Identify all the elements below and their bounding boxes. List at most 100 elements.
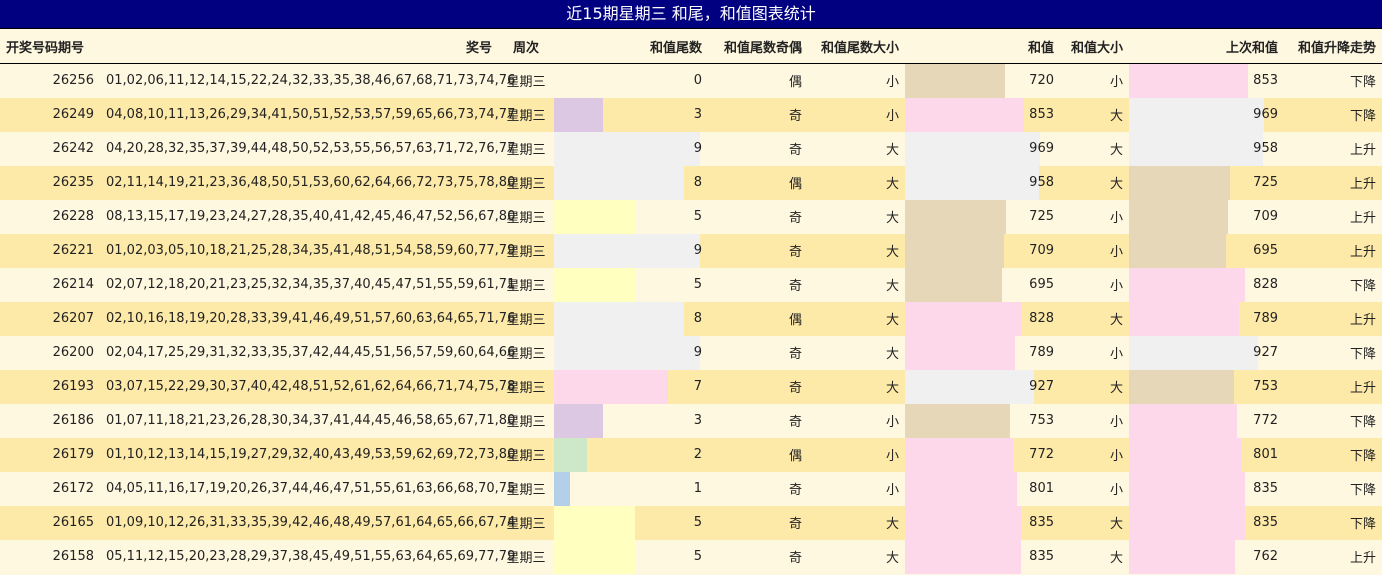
prev-sum-cell: 828 [1129,267,1284,302]
sum-value: 835 [1029,515,1054,530]
tail-parity-cell: 偶 [788,75,802,91]
weekday-cell: 星期三 [506,449,546,464]
issue-cell: 26256 [52,73,94,89]
sum-cell: 709 [905,233,1060,268]
tail-cell: 0 [554,64,708,98]
table-row: 26193 03,07,15,22,29,30,37,40,42,48,51,52… [0,369,1382,404]
sum-cell: 969 [905,131,1060,166]
tail-parity-cell: 奇 [788,143,802,158]
tail-size-cell: 大 [885,313,899,328]
tail-size-cell: 小 [885,449,899,464]
table-body: 26256 01,02,06,11,12,14,15,22,24,32,33,35… [0,63,1382,574]
header-tail-size: 和值尾数大小 [808,29,905,64]
stats-table: 开奖号码期号 奖号 周次 和值尾数 和值尾数奇偶 和值尾数大小 和值 和值大小 … [0,29,1382,574]
tail-parity-cell: 偶 [788,449,802,464]
sum-size-cell: 小 [1109,347,1123,362]
header-sum: 和值 [905,29,1060,64]
trend-cell: 下降 [1349,449,1376,464]
tail-parity-cell: 奇 [788,109,802,124]
trend-cell: 上升 [1349,551,1376,566]
sum-value: 753 [1029,413,1054,428]
weekday-cell: 星期三 [506,415,546,430]
numbers-cell: 01,07,11,18,21,23,26,28,30,34,37,41,44,4… [106,413,516,428]
tail-size-cell: 大 [885,177,899,192]
header-row: 开奖号码期号 奖号 周次 和值尾数 和值尾数奇偶 和值尾数大小 和值 和值大小 … [0,29,1382,64]
weekday-cell: 星期三 [506,381,546,396]
prev-sum-cell: 853 [1129,64,1284,98]
issue-cell: 26172 [52,481,94,496]
tail-size-cell: 大 [885,143,899,158]
prev-sum-value: 709 [1253,209,1278,224]
tail-parity-cell: 奇 [788,483,802,498]
tail-size-cell: 小 [885,415,899,430]
header-trend: 和值升降走势 [1284,29,1382,64]
tail-parity-cell: 奇 [788,381,802,396]
sum-value: 801 [1029,481,1054,496]
sum-cell: 720 [905,64,1060,98]
trend-cell: 下降 [1349,109,1376,124]
header-issue: 开奖号码期号 [0,29,100,64]
sum-value: 927 [1029,379,1054,394]
tail-size-cell: 大 [885,279,899,294]
numbers-cell: 02,04,17,25,29,31,32,33,35,37,42,44,45,5… [106,345,516,360]
tail-value: 3 [693,413,702,428]
numbers-cell: 01,09,10,12,26,31,33,35,39,42,46,48,49,5… [106,515,516,530]
trend-cell: 上升 [1349,177,1376,192]
sum-cell: 753 [905,403,1060,438]
tail-cell: 5 [554,505,708,540]
prev-sum-cell: 725 [1129,165,1284,200]
issue-cell: 26186 [52,413,94,428]
prev-sum-value: 801 [1253,447,1278,462]
sum-size-cell: 小 [1109,75,1123,91]
tail-size-cell: 大 [885,551,899,566]
trend-cell: 下降 [1349,517,1376,532]
tail-cell: 5 [554,267,708,302]
trend-cell: 上升 [1349,313,1376,328]
numbers-cell: 04,20,28,32,35,37,39,44,48,50,52,53,55,5… [106,141,516,156]
tail-value: 7 [693,379,702,394]
trend-cell: 下降 [1349,75,1376,91]
prev-sum-cell: 835 [1129,505,1284,540]
weekday-cell: 星期三 [506,279,546,294]
tail-size-cell: 大 [885,517,899,532]
tail-parity-cell: 偶 [788,177,802,192]
tail-value: 1 [693,481,702,496]
trend-cell: 下降 [1349,347,1376,362]
issue-cell: 26207 [52,311,94,326]
tail-cell: 9 [554,335,708,370]
sum-value: 709 [1029,243,1054,258]
tail-value: 9 [693,141,702,156]
table-row: 26221 01,02,03,05,10,18,21,25,28,34,35,41… [0,233,1382,268]
numbers-cell: 01,10,12,13,14,15,19,27,29,32,40,43,49,5… [106,447,516,462]
sum-value: 835 [1029,549,1054,564]
tail-size-cell: 大 [885,245,899,260]
table-row: 26200 02,04,17,25,29,31,32,33,35,37,42,44… [0,335,1382,370]
weekday-cell: 星期三 [506,347,546,362]
issue-cell: 26158 [52,549,94,564]
trend-cell: 下降 [1349,415,1376,430]
weekday-cell: 星期三 [506,109,546,124]
sum-size-cell: 大 [1109,313,1123,328]
numbers-cell: 02,10,16,18,19,20,28,33,39,41,46,49,51,5… [106,311,516,326]
tail-value: 5 [693,549,702,564]
weekday-cell: 星期三 [506,313,546,328]
header-tail: 和值尾数 [554,29,708,64]
table-row: 26165 01,09,10,12,26,31,33,35,39,42,46,48… [0,505,1382,540]
sum-value: 853 [1029,107,1054,122]
table-row: 26179 01,10,12,13,14,15,19,27,29,32,40,43… [0,437,1382,472]
tail-cell: 9 [554,233,708,268]
table-row: 26214 02,07,12,18,20,21,23,25,32,34,35,37… [0,267,1382,302]
header-tail-parity: 和值尾数奇偶 [708,29,808,64]
sum-cell: 853 [905,97,1060,132]
prev-sum-cell: 969 [1129,97,1284,132]
sum-cell: 695 [905,267,1060,302]
prev-sum-value: 789 [1253,311,1278,326]
prev-sum-cell: 695 [1129,233,1284,268]
trend-cell: 上升 [1349,211,1376,226]
numbers-cell: 04,05,11,16,17,19,20,26,37,44,46,47,51,5… [106,481,516,496]
prev-sum-cell: 801 [1129,437,1284,472]
weekday-cell: 星期三 [506,75,546,91]
prev-sum-value: 772 [1253,413,1278,428]
sum-size-cell: 小 [1109,483,1123,498]
sum-value: 725 [1029,209,1054,224]
